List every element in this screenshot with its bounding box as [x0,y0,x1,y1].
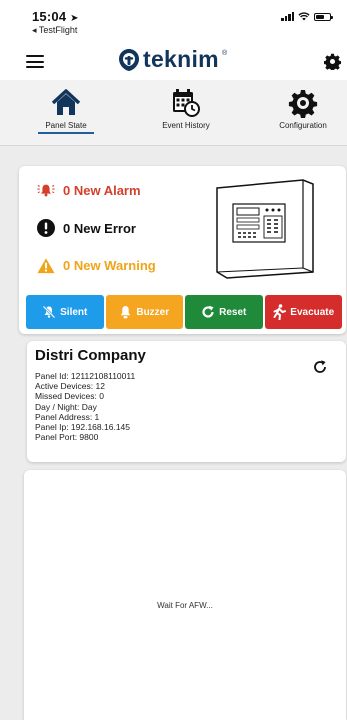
brand-name: teknim [143,46,219,72]
day-night-line: Day / Night: Day [35,401,97,412]
panel-id-line: Panel Id: 12112108110011 [35,371,136,381]
alarm-count-text: 0 New Alarm [63,182,141,198]
running-person-icon [273,304,287,320]
tab-configuration[interactable]: Configuration [268,86,338,130]
evacuate-button[interactable]: Evacuate [264,295,342,329]
panel-details: Panel Id: 12112108110011 Active Devices:… [35,371,135,442]
panel-ip-line: Panel Ip: 192.168.16.145 [35,422,130,433]
status-time: 15:04 ➤ [32,9,79,24]
battery-icon [314,12,333,21]
alarm-row[interactable]: 0 New Alarm [37,181,141,199]
system-indicators [281,12,333,21]
tab-label: Panel State [38,121,94,134]
app-header: teknim ® [0,42,347,80]
refresh-icon[interactable] [312,359,328,375]
panel-info-card: Distri Company Panel Id: 12112108110011 … [27,341,346,462]
tab-event-history[interactable]: Event History [148,86,224,130]
calendar-clock-icon [173,89,200,117]
status-bar: 15:04 ➤ ◂ TestFlight [0,0,347,42]
cog-icon [288,90,318,118]
wait-message: Wait For AFW... [157,601,213,610]
tab-panel-state[interactable]: Panel State [38,86,94,134]
fire-panel-device-image [216,179,314,279]
signal-icon [281,12,294,21]
error-exclamation-icon [37,219,55,237]
teknim-logo: teknim ® [118,46,227,73]
error-count-text: 0 New Error [63,220,136,236]
active-devices-line: Active Devices: 12 [35,381,105,392]
alarm-bell-icon [37,181,55,199]
reset-button[interactable]: Reset [185,295,263,329]
action-button-row: Silent Buzzer Reset Evacuate [26,295,342,329]
panel-status-card: 0 New Alarm 0 New Error 0 New Warning Si… [19,166,346,334]
panel-address-line: Panel Address: 1 [35,411,100,422]
location-arrow-icon: ➤ [70,13,79,24]
settings-gear-icon[interactable] [324,53,341,70]
company-name: Distri Company [35,347,146,364]
silent-button[interactable]: Silent [26,295,104,329]
wifi-icon [298,12,310,21]
hamburger-menu-icon[interactable] [26,55,44,68]
registered-mark: ® [221,50,228,57]
warning-count-text: 0 New Warning [63,257,156,273]
buzzer-button[interactable]: Buzzer [105,295,183,329]
reset-arrow-icon [202,305,214,318]
missed-devices-line: Missed Devices: 0 [35,391,104,402]
tab-label: Event History [162,121,210,130]
tab-label: Configuration [279,121,327,130]
bell-icon [120,306,131,319]
loading-panel: Wait For AFW... [24,470,346,720]
warning-row[interactable]: 0 New Warning [37,256,156,274]
home-icon [51,89,81,115]
top-tab-bar: Panel State Event History Configuration [0,80,347,146]
testflight-back-link[interactable]: ◂ TestFlight [32,25,77,36]
panel-port-line: Panel Port: 9800 [35,432,99,443]
warning-triangle-icon [37,256,55,274]
bell-slash-icon [42,305,56,319]
logo-mark-icon [119,48,139,71]
error-row[interactable]: 0 New Error [37,219,136,237]
